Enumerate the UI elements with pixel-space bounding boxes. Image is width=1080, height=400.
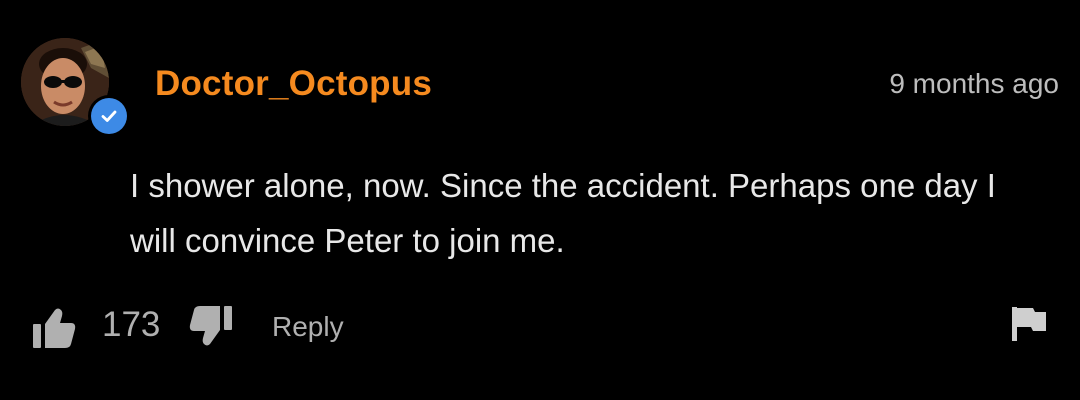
avatar-container[interactable] [21,38,130,137]
like-button[interactable] [31,306,77,350]
timestamp: 9 months ago [889,68,1059,99]
comment-card: Doctor_Octopus 9 months ago I shower alo… [0,0,1080,400]
verified-badge-inner [91,98,127,134]
reply-button[interactable]: Reply [272,311,344,343]
username[interactable]: Doctor_Octopus [155,64,432,104]
verified-badge [88,95,130,137]
comment-text: I shower alone, now. Since the accident.… [130,167,996,259]
flag-icon [1012,307,1046,341]
thumbs-down-icon [189,306,232,346]
flag-button[interactable] [1009,303,1049,343]
dislike-button[interactable] [188,304,234,348]
comment-actions: 173 Reply [0,300,1080,356]
checkmark-icon [101,110,117,122]
like-count: 173 [102,305,161,344]
thumbs-up-icon [33,308,76,348]
